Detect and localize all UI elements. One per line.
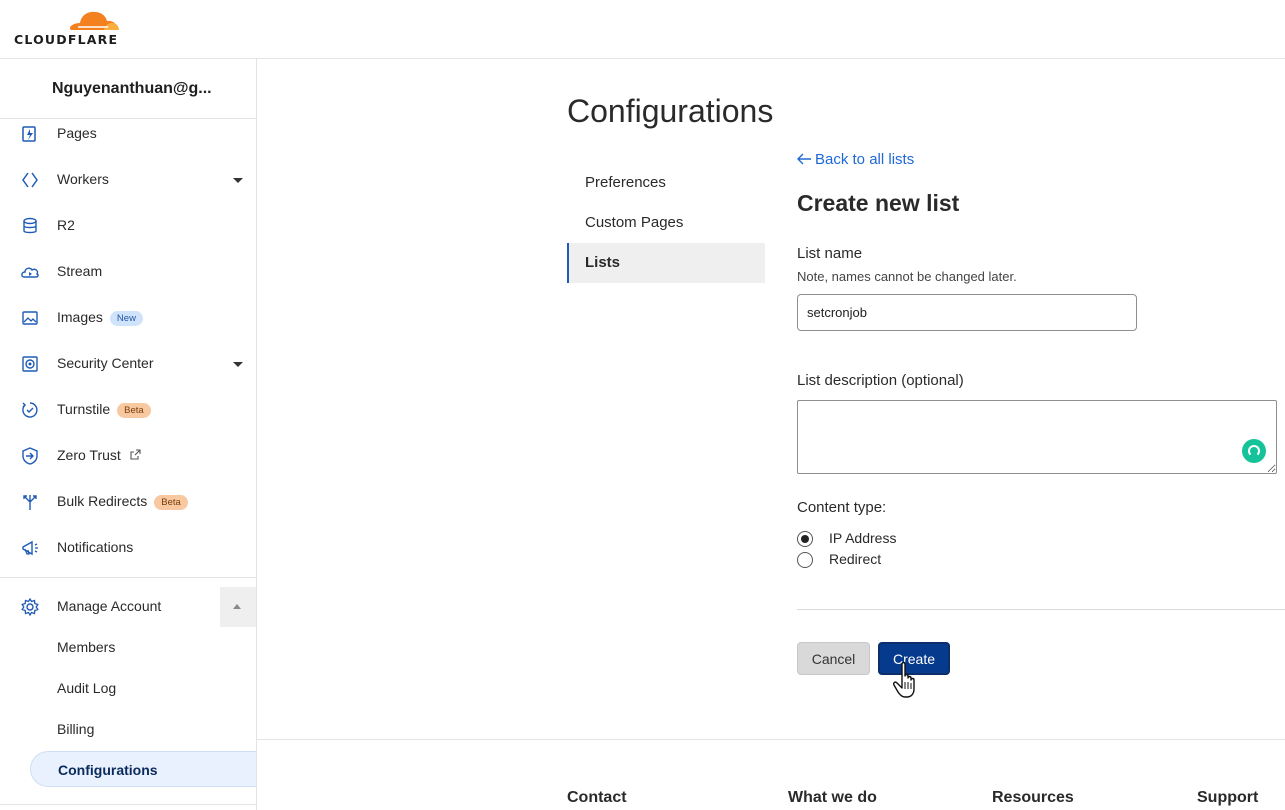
cloudflare-logo[interactable]: CLOUDFLARE xyxy=(14,6,124,47)
list-name-note: Note, names cannot be changed later. xyxy=(797,269,1017,284)
turnstile-icon xyxy=(20,400,40,420)
new-badge: New xyxy=(109,311,143,326)
sidebar: Nguyenanthuan@g... Pages Workers R2 Stre… xyxy=(0,59,257,810)
hand-cursor-icon xyxy=(893,661,915,698)
pages-icon xyxy=(20,124,40,144)
content-type-label: Content type: xyxy=(797,499,887,516)
footer-divider xyxy=(257,739,1285,740)
sidebar-item-zero-trust[interactable]: Zero Trust xyxy=(0,436,256,476)
top-header: CLOUDFLARE xyxy=(0,0,1285,59)
sidebar-item-bulk-redirects[interactable]: Bulk Redirects Beta xyxy=(0,482,256,522)
bulk-redirects-icon xyxy=(20,492,40,512)
radio-redirect[interactable] xyxy=(797,552,813,568)
sidebar-item-notifications[interactable]: Notifications xyxy=(0,528,256,568)
form-divider xyxy=(797,609,1285,610)
sidebar-item-label: Zero Trust xyxy=(57,447,141,463)
gear-icon xyxy=(20,597,40,617)
sidebar-item-manage-account[interactable]: Manage Account xyxy=(0,587,256,627)
sidebar-item-security-center[interactable]: Security Center xyxy=(0,344,256,384)
radio-ip-address[interactable] xyxy=(797,531,813,547)
subnav-lists[interactable]: Lists xyxy=(567,243,765,283)
notifications-icon xyxy=(20,538,40,558)
chevron-down-icon[interactable] xyxy=(233,178,243,183)
sidebar-item-label: Bulk Redirects Beta xyxy=(57,493,188,510)
r2-database-icon xyxy=(20,216,40,236)
collapse-button[interactable] xyxy=(220,587,256,627)
sidebar-item-label: Images New xyxy=(57,309,143,326)
list-description-input[interactable] xyxy=(797,400,1277,474)
list-name-input[interactable] xyxy=(797,294,1137,331)
sidebar-item-images[interactable]: Images New xyxy=(0,298,256,338)
sidebar-item-label: Notifications xyxy=(57,539,134,555)
sidebar-subitem-configurations[interactable]: Configurations xyxy=(30,751,256,787)
form-title: Create new list xyxy=(797,190,960,216)
sidebar-item-label: Turnstile Beta xyxy=(57,401,151,418)
footer-resources: Resources xyxy=(992,789,1074,806)
images-icon xyxy=(20,308,40,328)
back-to-lists-link[interactable]: Back to all lists xyxy=(797,151,914,168)
radio-ip-address-label[interactable]: IP Address xyxy=(829,530,896,546)
beta-badge: Beta xyxy=(154,495,188,510)
sidebar-item-text: Images xyxy=(57,309,103,325)
sidebar-subitem-members[interactable]: Members xyxy=(57,639,115,655)
cloudflare-cloud-icon xyxy=(69,11,119,30)
sidebar-divider xyxy=(0,804,256,805)
sidebar-divider xyxy=(0,577,256,578)
beta-badge: Beta xyxy=(117,403,151,418)
sidebar-item-label: Workers xyxy=(57,171,109,187)
sidebar-item-text: Zero Trust xyxy=(57,447,121,463)
grammarly-icon[interactable] xyxy=(1242,439,1266,463)
sidebar-item-pages[interactable]: Pages xyxy=(0,114,256,154)
config-subnav: Preferences Custom Pages Lists xyxy=(567,163,765,283)
list-description-label: List description (optional) xyxy=(797,372,964,389)
subnav-preferences[interactable]: Preferences xyxy=(567,163,765,203)
footer-support: Support xyxy=(1197,789,1259,806)
page-title: Configurations xyxy=(567,93,774,129)
radio-redirect-label[interactable]: Redirect xyxy=(829,551,881,567)
sidebar-item-label: Stream xyxy=(57,263,103,279)
security-center-icon xyxy=(20,354,40,374)
sidebar-item-label: Pages xyxy=(57,125,97,141)
sidebar-subitem-audit-log[interactable]: Audit Log xyxy=(57,680,116,696)
footer-what-we-do: What we do xyxy=(788,789,877,806)
subnav-custom-pages[interactable]: Custom Pages xyxy=(567,203,765,243)
sidebar-item-workers[interactable]: Workers xyxy=(0,160,256,200)
chevron-up-icon xyxy=(233,604,241,609)
arrow-left-icon xyxy=(797,153,811,165)
sidebar-item-label: R2 xyxy=(57,217,75,233)
sidebar-subitem-label: Configurations xyxy=(58,762,158,778)
logo-wordmark: CLOUDFLARE xyxy=(14,32,119,47)
external-link-icon xyxy=(130,449,141,460)
stream-cloud-icon xyxy=(20,262,40,282)
zero-trust-icon xyxy=(20,446,40,466)
footer-contact: Contact xyxy=(567,789,627,806)
sidebar-item-stream[interactable]: Stream xyxy=(0,252,256,292)
sidebar-item-label: Manage Account xyxy=(57,598,162,614)
sidebar-item-label: Security Center xyxy=(57,355,154,371)
chevron-down-icon[interactable] xyxy=(233,362,243,367)
sidebar-subitem-billing[interactable]: Billing xyxy=(57,721,94,737)
sidebar-item-text: Bulk Redirects xyxy=(57,493,148,509)
sidebar-item-text: Turnstile xyxy=(57,401,111,417)
back-link-label: Back to all lists xyxy=(815,151,915,168)
account-name[interactable]: Nguyenanthuan@g... xyxy=(0,59,256,119)
sidebar-item-turnstile[interactable]: Turnstile Beta xyxy=(0,390,256,430)
cancel-button[interactable]: Cancel xyxy=(797,642,870,675)
list-name-label: List name xyxy=(797,245,863,262)
sidebar-item-r2[interactable]: R2 xyxy=(0,206,256,246)
workers-icon xyxy=(20,170,40,190)
